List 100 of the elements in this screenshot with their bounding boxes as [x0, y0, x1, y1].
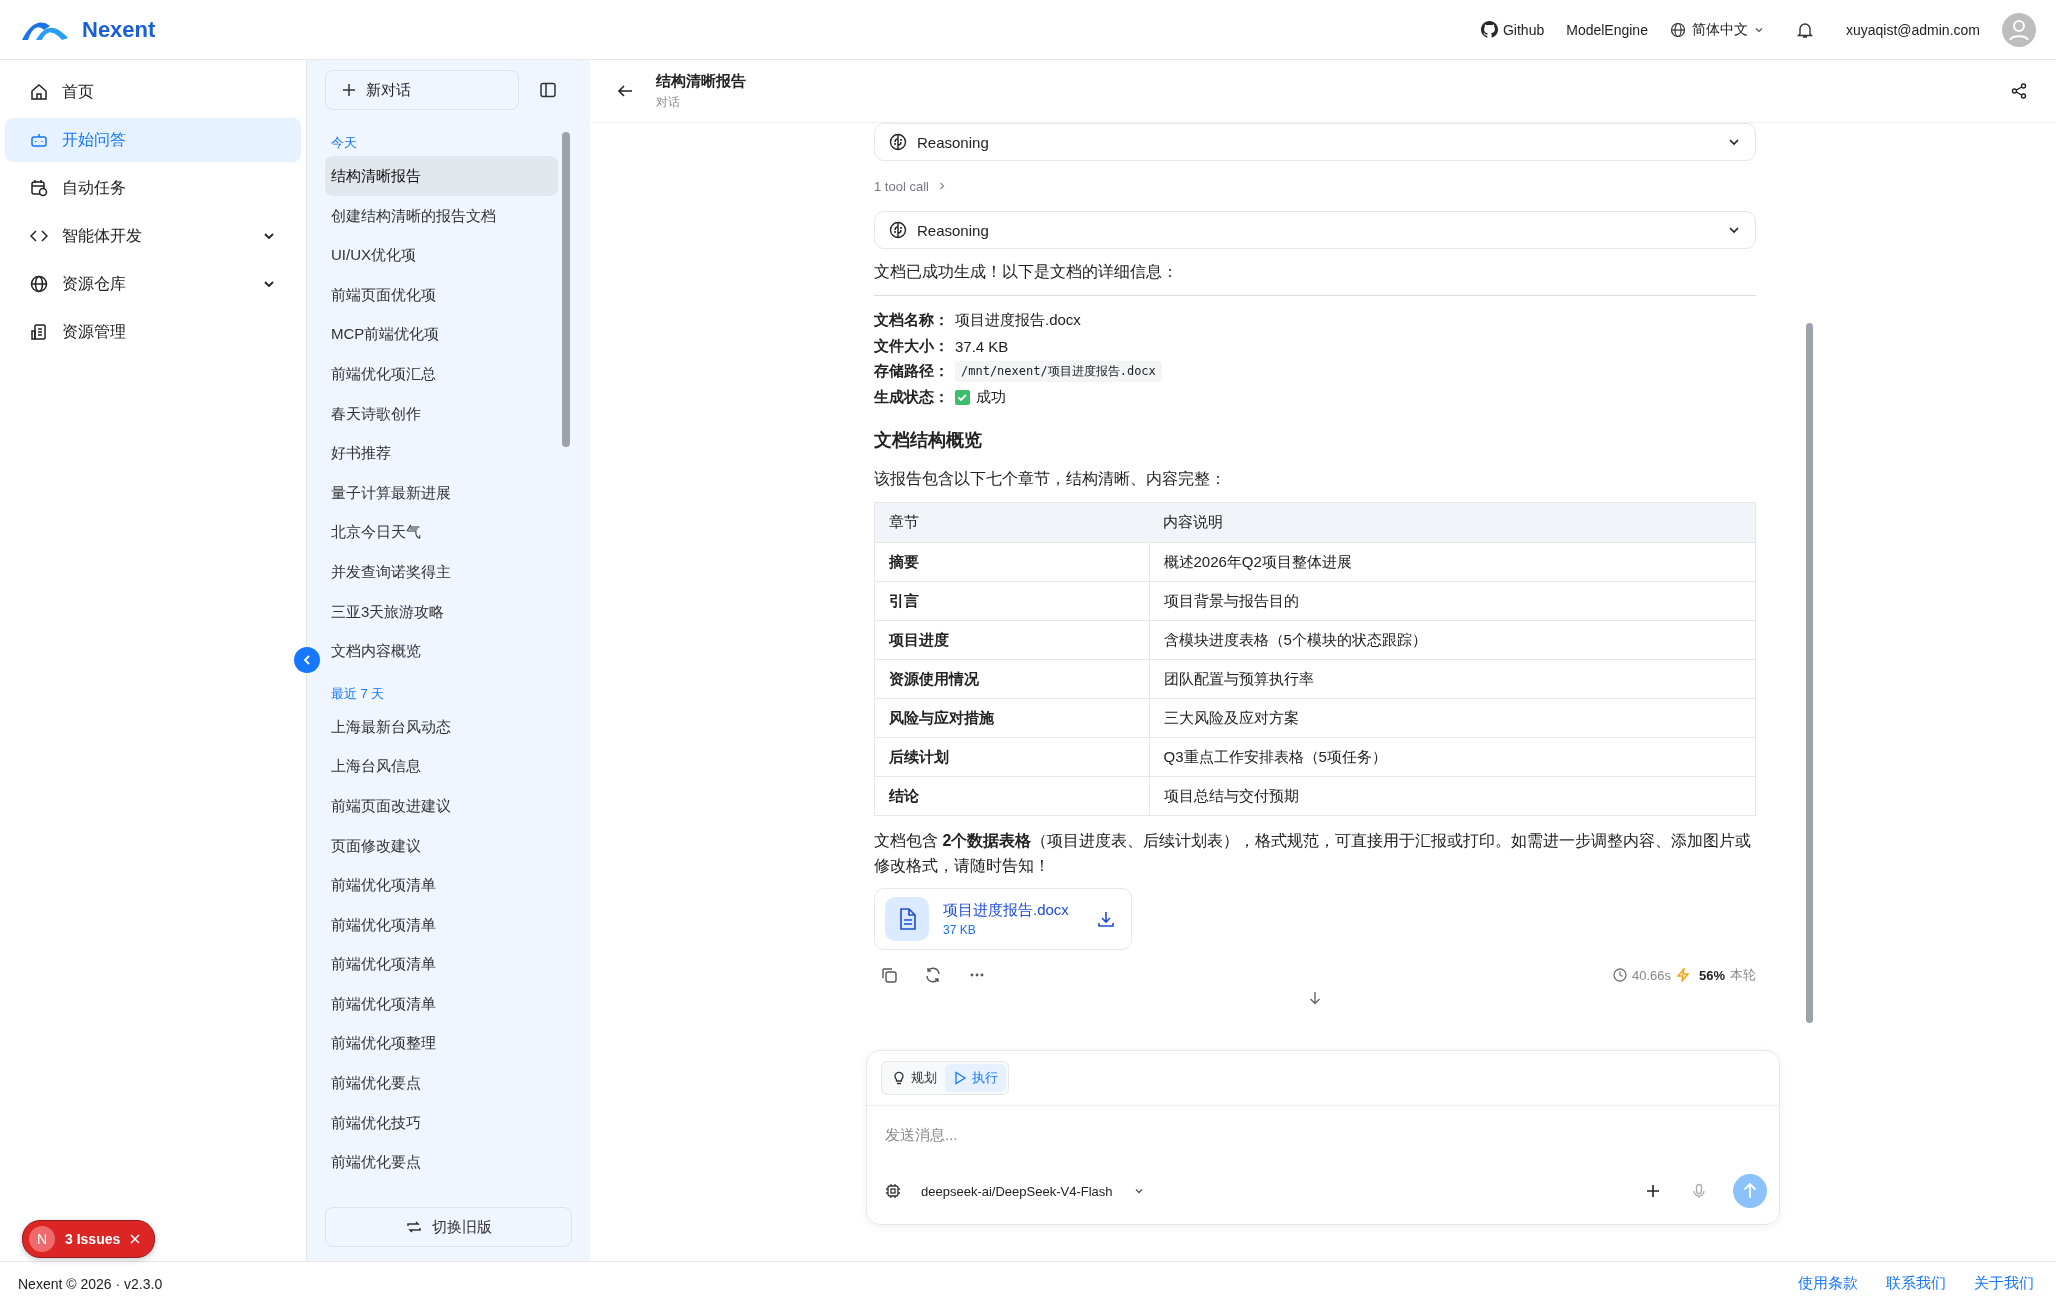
nav-item[interactable]: 智能体开发: [5, 214, 301, 258]
conversation-item[interactable]: 创建结构清晰的报告文档: [325, 195, 558, 236]
conversation-item[interactable]: 文档内容概览: [325, 631, 558, 671]
conversation-item[interactable]: 前端优化项清单: [325, 944, 558, 984]
nav-item[interactable]: 开始问答: [5, 118, 301, 162]
file-size: 37 KB: [943, 923, 977, 937]
reasoning-panel[interactable]: Reasoning: [874, 123, 1756, 161]
building-icon: [30, 323, 48, 341]
conversation-item[interactable]: UI/UX优化项: [325, 235, 558, 275]
footer-link[interactable]: 关于我们: [1974, 1274, 2034, 1293]
table-cell: 项目总结与交付预期: [1149, 776, 1756, 816]
table-cell: 含模块进度表格（5个模块的状态跟踪）: [1149, 620, 1756, 660]
conversation-item[interactable]: 前端页面改进建议: [325, 785, 558, 826]
conversation-item[interactable]: 前端优化项汇总: [325, 353, 558, 394]
nav-item[interactable]: 自动任务: [5, 166, 301, 210]
brain-icon: [889, 133, 907, 151]
nav-item[interactable]: 资源仓库: [5, 262, 301, 306]
table-cell: 三大风险及应对方案: [1149, 698, 1756, 738]
sidebar-toggle-icon[interactable]: [539, 81, 557, 99]
check-icon: [955, 389, 970, 405]
download-icon[interactable]: [1097, 910, 1115, 928]
lightbulb-icon: [892, 1071, 906, 1085]
share-icon[interactable]: [2010, 82, 2028, 100]
conversation-item[interactable]: 前端优化要点: [325, 1142, 558, 1182]
notification-bell-icon[interactable]: [1795, 20, 1814, 39]
user-email[interactable]: xuyaqist@admin.com: [1845, 21, 1980, 38]
table-cell: 风险与应对措施: [874, 698, 1149, 738]
brain-icon: [889, 221, 907, 239]
play-icon: [953, 1071, 967, 1085]
detail-label: 存储路径：: [874, 362, 949, 382]
issues-logo: N: [29, 1226, 55, 1252]
message-text: 文档包含 2个数据表格（项目进度表、后续计划表），格式规范，可直接用于汇报或打印。如需进一步调整内容、添加图片或修改格式，请随时告知！: [874, 831, 1753, 876]
new-chat-button[interactable]: 新对话: [325, 70, 519, 110]
language-select[interactable]: 简体中文: [1669, 20, 1764, 39]
conversation-item[interactable]: MCP前端优化项: [325, 314, 558, 354]
conversation-item[interactable]: 前端页面优化项: [325, 274, 558, 315]
group-label: 最近 7 天: [330, 684, 386, 703]
table-cell: 引言: [874, 581, 1149, 621]
copy-icon[interactable]: [880, 966, 898, 984]
conversation-item[interactable]: 北京今日天气: [325, 512, 558, 552]
copyright-text: Nexent © 2026 · v2.3.0: [18, 1275, 163, 1292]
conversation-item[interactable]: 前端优化项清单: [325, 983, 558, 1024]
mode-tab[interactable]: 执行: [945, 1064, 1006, 1092]
issues-badge[interactable]: N 3 Issues: [22, 1220, 156, 1258]
usage-percent: 56%: [1698, 967, 1725, 983]
conversation-item[interactable]: 页面修改建议: [325, 825, 558, 866]
table-cell: 资源使用情况: [874, 659, 1149, 699]
usage-label: 本轮: [1730, 966, 1756, 984]
table-cell: 结论: [874, 776, 1149, 816]
detail-value: 37.4 KB: [955, 337, 1009, 355]
conversation-item[interactable]: 并发查询诺奖得主: [325, 551, 558, 592]
conversation-item[interactable]: 前端优化技巧: [325, 1102, 558, 1143]
globe-icon: [1669, 21, 1686, 38]
collapse-button[interactable]: [294, 647, 320, 673]
nav-item[interactable]: 首页: [5, 70, 301, 114]
column-header: 内容说明: [1149, 502, 1756, 543]
header-link[interactable]: Github: [1480, 21, 1545, 38]
conversation-item[interactable]: 前端优化要点: [325, 1063, 558, 1103]
file-name[interactable]: 项目进度报告.docx: [943, 901, 1083, 920]
table-cell: 项目背景与报告目的: [1149, 581, 1756, 621]
conversation-item[interactable]: 春天诗歌创作: [325, 393, 558, 434]
mode-tab[interactable]: 规划: [884, 1064, 945, 1092]
conversation-item[interactable]: 前端优化项清单: [325, 865, 558, 905]
conversation-item[interactable]: 前端优化项整理: [325, 1023, 558, 1064]
conversation-item[interactable]: 上海最新台风动态: [325, 706, 558, 747]
conversation-item[interactable]: 上海台风信息: [325, 746, 558, 786]
lightning-icon: [1675, 968, 1690, 982]
footer-link[interactable]: 使用条款: [1798, 1274, 1858, 1293]
reasoning-panel[interactable]: Reasoning: [874, 211, 1756, 249]
response-time: 40.66s: [1631, 967, 1671, 983]
tool-call-link[interactable]: 1 tool call: [874, 161, 1756, 211]
group-label: 今天: [330, 134, 358, 152]
table-cell: 后续计划: [874, 737, 1149, 777]
logo-text[interactable]: Nexent: [82, 16, 156, 43]
conversation-item[interactable]: 三亚3天旅游攻略: [325, 591, 558, 632]
conversation-item[interactable]: 前端优化项清单: [325, 904, 558, 945]
refresh-icon[interactable]: [924, 966, 942, 984]
header-link[interactable]: ModelEngine: [1566, 21, 1648, 38]
message-composer[interactable]: 规划 执行 发送消息... deepseek-ai/DeepSeek-V4-Flash: [866, 1050, 1780, 1225]
calendar-icon: [30, 179, 48, 197]
conversation-item[interactable]: 量子计算最新进展: [325, 472, 558, 513]
issues-count: 3 Issues: [65, 1231, 121, 1247]
message-text: 该报告包含以下七个章节，结构清晰、内容完整：: [874, 469, 1227, 489]
model-select[interactable]: deepseek-ai/DeepSeek-V4-Flash: [915, 1182, 1151, 1200]
home-icon: [30, 83, 48, 101]
conversation-item[interactable]: 好书推荐: [325, 433, 558, 473]
nav-item[interactable]: 资源管理: [5, 310, 301, 354]
message-input[interactable]: 发送消息...: [867, 1106, 1779, 1162]
plus-icon[interactable]: [1645, 1183, 1661, 1199]
footer-link[interactable]: 联系我们: [1886, 1274, 1946, 1293]
detail-label: 文档名称：: [874, 311, 949, 331]
conversation-item[interactable]: 结构清晰报告: [325, 156, 558, 196]
close-icon[interactable]: [130, 1234, 141, 1244]
document-icon: [885, 897, 929, 941]
file-attachment[interactable]: 项目进度报告.docx 37 KB: [874, 888, 1132, 950]
clock-icon: [1612, 968, 1627, 982]
column-header: 章节: [874, 502, 1149, 543]
scroll-down-icon[interactable]: [1307, 990, 1323, 1006]
github-icon: [1480, 21, 1498, 38]
switch-version-button[interactable]: 切换旧版: [325, 1207, 572, 1247]
